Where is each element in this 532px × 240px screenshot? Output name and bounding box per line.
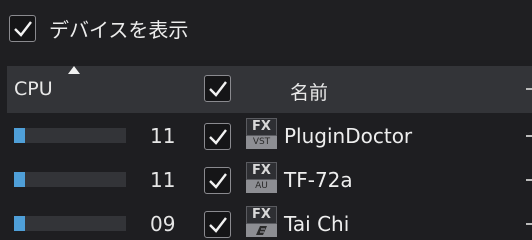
- enable-checkbox[interactable]: [204, 211, 231, 238]
- format-icon: [246, 224, 277, 237]
- show-devices-label: デバイスを表示: [49, 18, 189, 42]
- cpu-value: 09: [150, 212, 176, 236]
- format-logo-icon: [256, 226, 267, 235]
- enable-checkbox[interactable]: [204, 123, 231, 150]
- checkmark-icon: [209, 217, 227, 233]
- cpu-meter-fill: [14, 128, 26, 143]
- show-devices-checkbox[interactable]: [9, 15, 36, 42]
- cpu-meter: [14, 216, 126, 231]
- column-header-cpu[interactable]: CPU: [14, 78, 53, 100]
- cpu-value: 11: [150, 124, 176, 148]
- column-header-name[interactable]: 名前: [290, 78, 328, 105]
- plugin-manager-panel: デバイスを表示 CPU 名前 11 FX VST PluginDoctor 11…: [0, 0, 532, 240]
- show-devices-row: デバイスを表示: [0, 0, 532, 60]
- plugin-name: PluginDoctor: [284, 124, 413, 148]
- format-label: AU: [246, 180, 277, 193]
- format-label: VST: [246, 136, 277, 149]
- row-edge-marker: [526, 135, 532, 137]
- select-all-checkbox[interactable]: [204, 75, 231, 102]
- fx-label: FX: [246, 162, 277, 180]
- sort-ascending-icon: [68, 66, 80, 74]
- table-row[interactable]: 09 FX Tai Chi: [7, 202, 532, 240]
- cpu-meter: [14, 128, 126, 143]
- row-edge-marker: [526, 179, 532, 181]
- table-header: CPU 名前: [7, 66, 532, 113]
- checkmark-icon: [209, 129, 227, 145]
- fx-label: FX: [246, 118, 277, 136]
- cpu-value: 11: [150, 168, 176, 192]
- checkmark-icon: [14, 21, 32, 37]
- plugin-name: TF-72a: [284, 168, 353, 192]
- fx-label: FX: [246, 206, 277, 224]
- cpu-meter-fill: [14, 216, 26, 231]
- plugin-type-badge: FX: [246, 206, 277, 238]
- plugin-type-badge: FX VST: [246, 118, 277, 150]
- row-edge-marker: [526, 223, 532, 225]
- checkmark-icon: [209, 173, 227, 189]
- column-header-next-edge: [526, 88, 532, 90]
- table-row[interactable]: 11 FX VST PluginDoctor: [7, 114, 532, 157]
- enable-checkbox[interactable]: [204, 167, 231, 194]
- plugin-name: Tai Chi: [284, 212, 350, 236]
- cpu-meter: [14, 172, 126, 187]
- table-row[interactable]: 11 FX AU TF-72a: [7, 158, 532, 201]
- plugin-type-badge: FX AU: [246, 162, 277, 194]
- cpu-meter-fill: [14, 172, 26, 187]
- checkmark-icon: [209, 81, 227, 97]
